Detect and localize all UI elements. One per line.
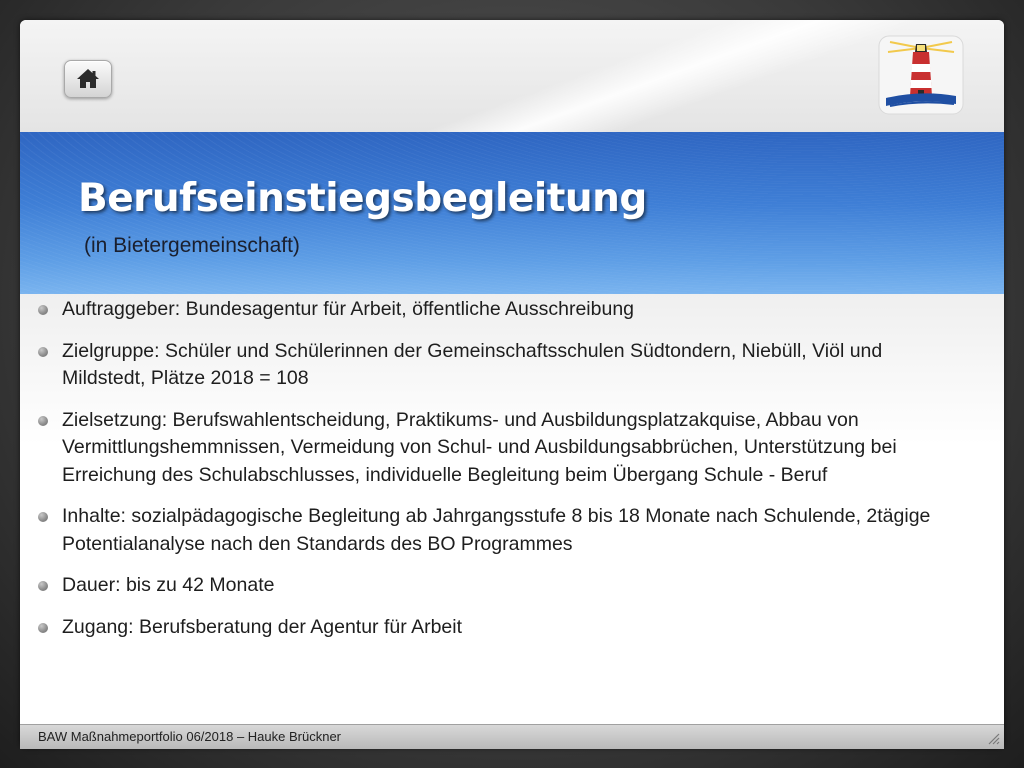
slide-title: Berufseinstiegsbegleitung bbox=[78, 176, 647, 221]
list-item-text: Auftraggeber: Bundesagentur für Arbeit, … bbox=[62, 298, 635, 320]
list-item: Zielgruppe: Schüler und Schülerinnen der… bbox=[38, 338, 948, 393]
footer-text: BAW Maßnahmeportfolio 06/2018 – Hauke Br… bbox=[38, 729, 342, 744]
home-icon bbox=[77, 69, 99, 88]
bullet-dot-icon bbox=[38, 622, 48, 633]
bullet-dot-icon bbox=[38, 581, 48, 591]
resize-grip-icon[interactable] bbox=[986, 731, 1000, 745]
bullet-dot-icon bbox=[38, 512, 48, 522]
list-item-text: Inhalte: sozialpädagogische Begleitung a… bbox=[62, 505, 931, 555]
home-button[interactable] bbox=[64, 60, 112, 98]
list-item: Auftraggeber: Bundesagentur für Arbeit, … bbox=[38, 296, 948, 324]
slide-footer: BAW Maßnahmeportfolio 06/2018 – Hauke Br… bbox=[20, 724, 1004, 749]
bullet-list: Auftraggeber: Bundesagentur für Arbeit, … bbox=[38, 296, 948, 655]
title-band: Berufseinstiegsbegleitung (in Bietergeme… bbox=[20, 132, 1004, 294]
list-item: Zielsetzung: Berufswahlentscheidung, Pra… bbox=[38, 407, 948, 490]
list-item: Zugang: Berufsberatung der Agentur für A… bbox=[38, 614, 948, 642]
lighthouse-logo-icon bbox=[878, 35, 964, 115]
list-item-text: Dauer: bis zu 42 Monate bbox=[62, 574, 275, 596]
slide-subtitle: (in Bietergemeinschaft) bbox=[84, 234, 300, 257]
slide-header-area bbox=[20, 20, 1004, 132]
list-item-text: Zielgruppe: Schüler und Schülerinnen der… bbox=[62, 339, 883, 390]
list-item-text: Zielsetzung: Berufswahlentscheidung, Pra… bbox=[62, 408, 897, 486]
list-item: Inhalte: sozialpädagogische Begleitung a… bbox=[38, 503, 948, 558]
bullet-dot-icon bbox=[38, 415, 48, 426]
list-item-text: Zugang: Berufsberatung der Agentur für A… bbox=[62, 615, 463, 638]
list-item: Dauer: bis zu 42 Monate bbox=[38, 572, 948, 600]
bullet-dot-icon bbox=[38, 346, 48, 357]
bullet-dot-icon bbox=[38, 305, 48, 315]
header-sheen bbox=[20, 20, 1004, 132]
